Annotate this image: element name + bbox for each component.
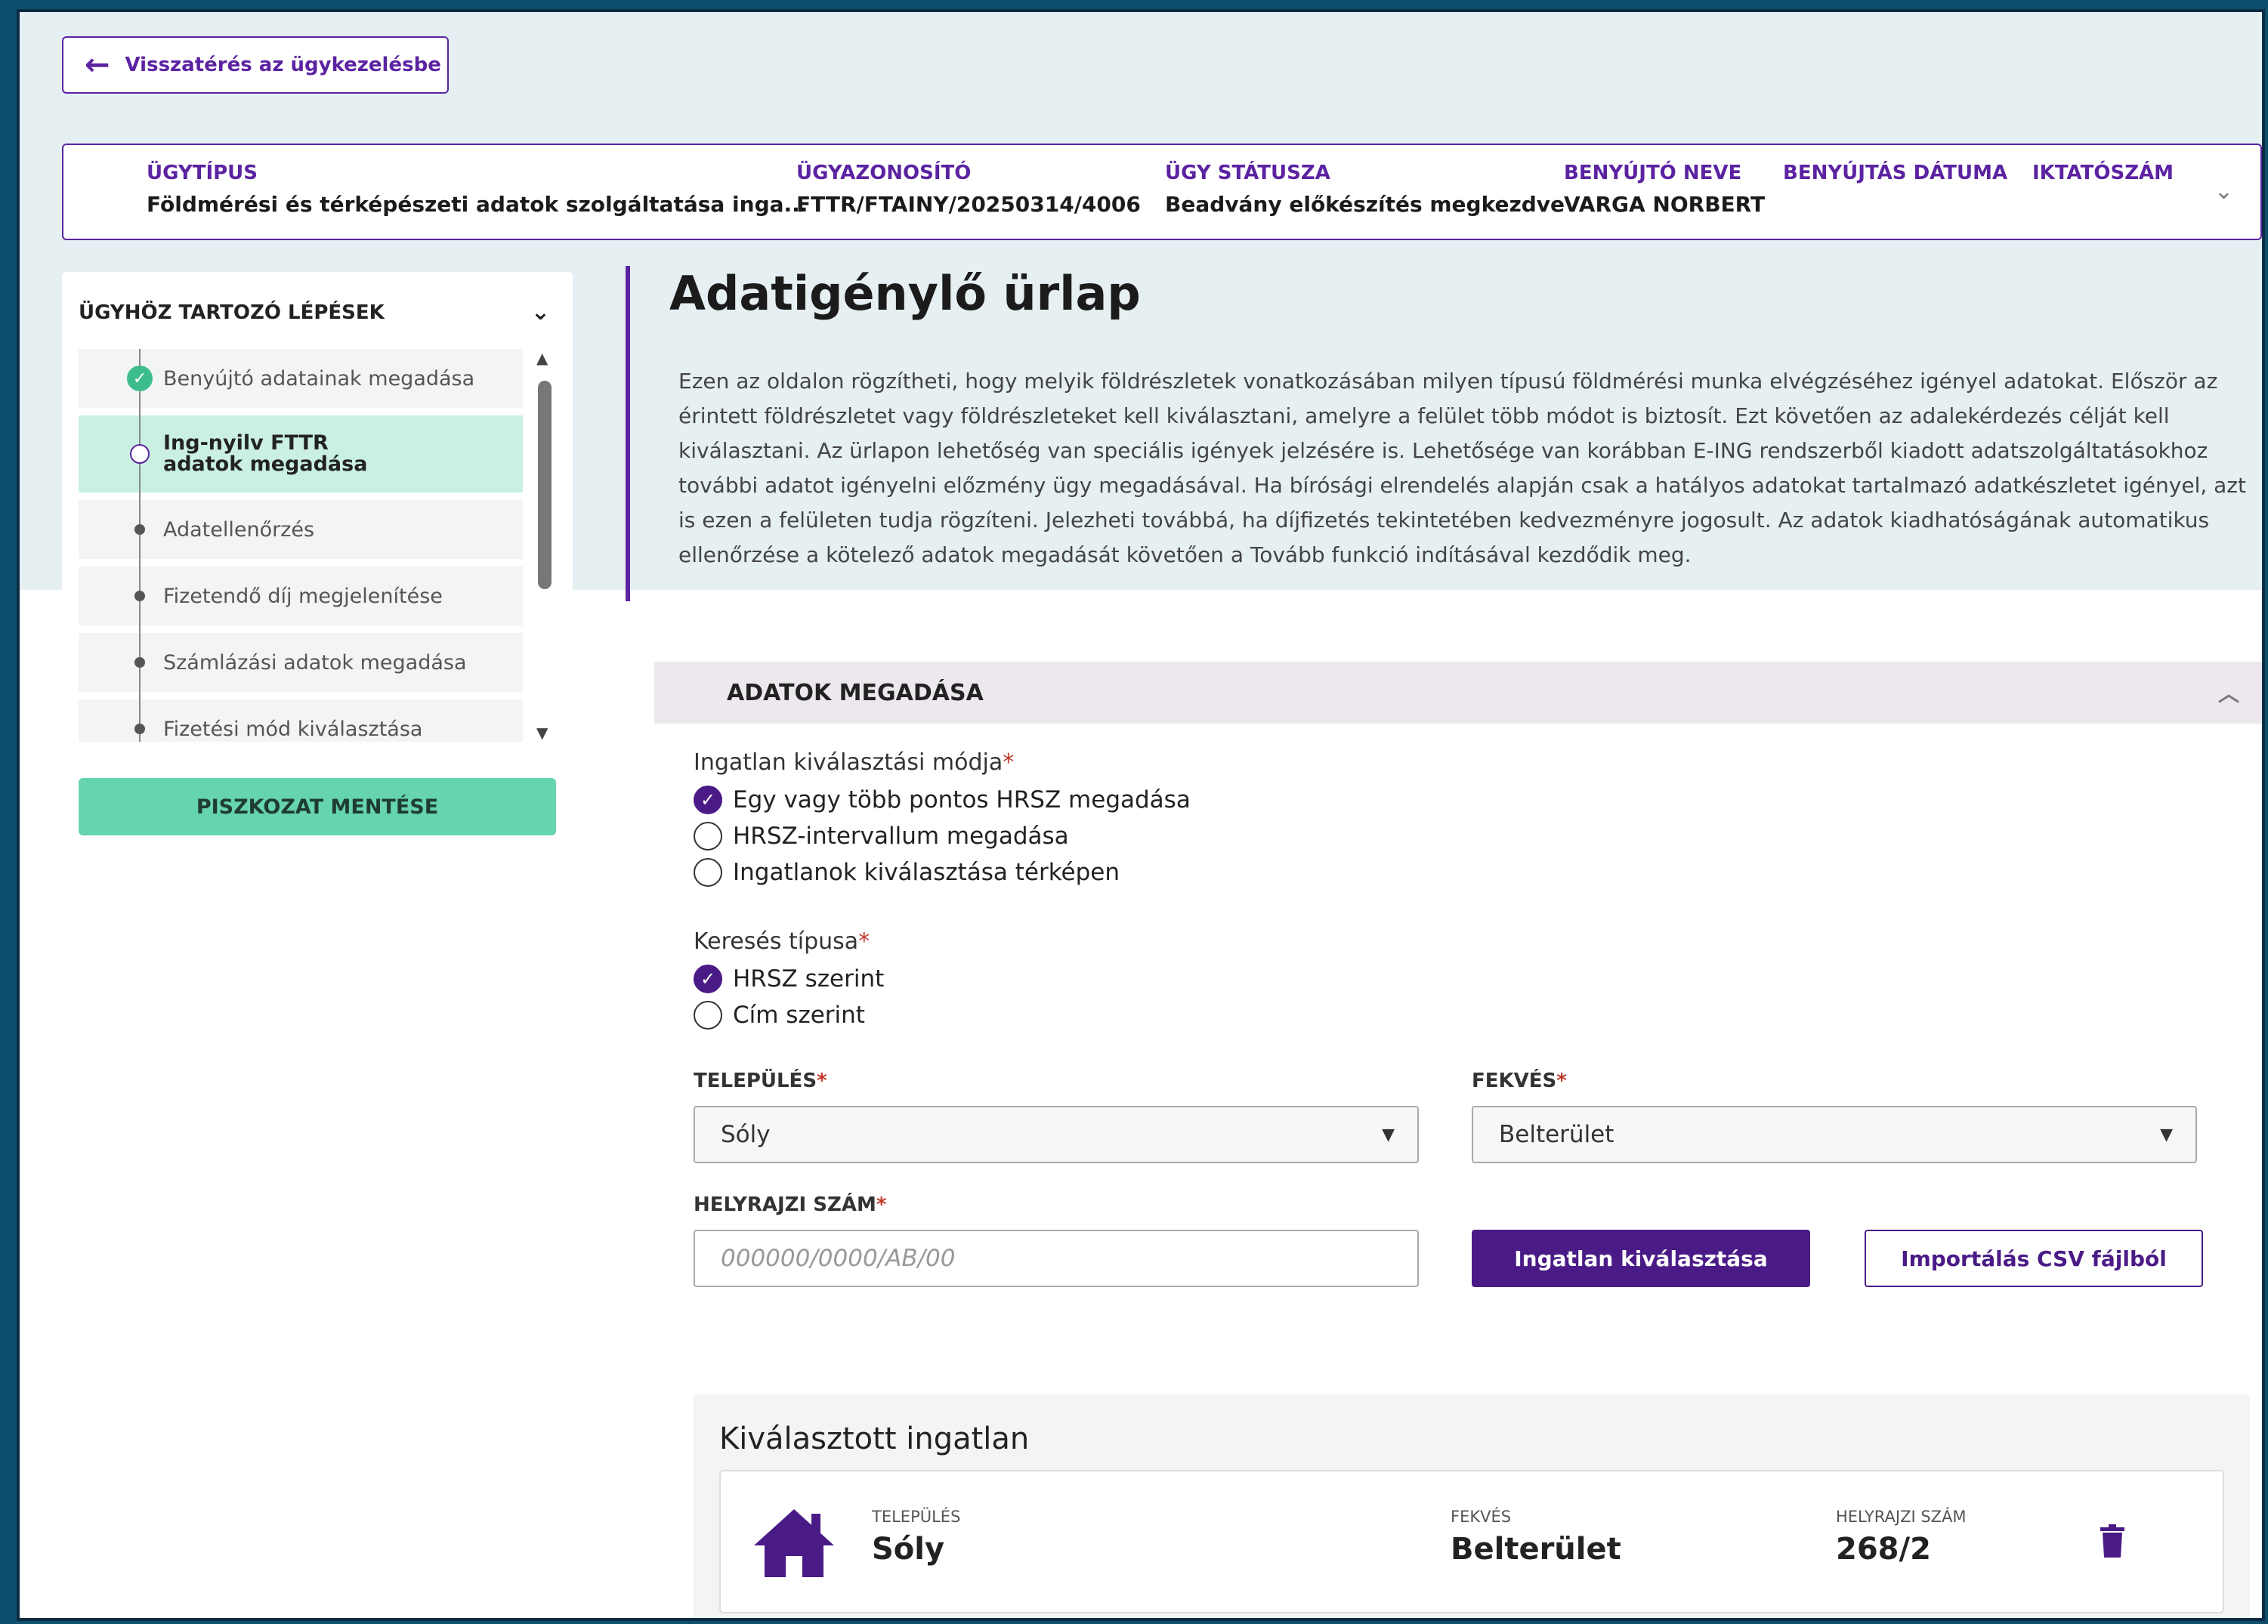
settlement-label: TELEPÜLÉS* [694, 1070, 827, 1092]
selected-settlement: TELEPÜLÉS Sóly [872, 1508, 961, 1567]
settlement-select[interactable]: Sóly ▼ [694, 1106, 1419, 1163]
arrow-left-icon: ← [85, 48, 110, 82]
import-csv-button[interactable]: Importálás CSV fájlból [1865, 1230, 2203, 1287]
back-to-case-management-button[interactable]: ← Visszatérés az ügykezelésbe [62, 36, 449, 94]
case-info-bar: ÜGYTÍPUS Földmérési és térképészeti adat… [62, 144, 2262, 240]
page-title: Adatigénylő ürlap [669, 266, 1141, 321]
step-dot [134, 591, 145, 601]
selected-property-card: TELEPÜLÉS Sóly FEKVÉS Belterület HELYRAJ… [719, 1470, 2224, 1613]
radio-exact-hrsz[interactable]: ✓ Egy vagy több pontos HRSZ megadása [694, 782, 2250, 818]
chevron-up-icon[interactable]: ︿ [2218, 678, 2239, 708]
selection-mode-label: Ingatlan kiválasztási módja* [694, 749, 1015, 776]
section-header[interactable]: ADATOK MEGADÁSA ︿ [654, 662, 2262, 724]
radio-circle-icon[interactable] [694, 858, 722, 887]
selected-location: FEKVÉS Belterület [1451, 1508, 1621, 1567]
back-button-label: Visszatérés az ügykezelésbe [125, 54, 441, 76]
selected-property-title: Kiválasztott ingatlan [719, 1422, 1030, 1456]
data-entry-card: ADATOK MEGADÁSA ︿ Ingatlan kiválasztási … [629, 636, 2262, 1618]
scrollbar-thumb[interactable] [538, 381, 552, 589]
caret-down-icon: ▼ [1382, 1125, 1395, 1144]
check-icon[interactable]: ✓ [694, 965, 722, 993]
title-accent-bar [626, 266, 630, 601]
radio-map-selection[interactable]: Ingatlanok kiválasztása térképen [694, 854, 2250, 891]
step-payment-method[interactable]: Fizetési mód kiválasztása [79, 699, 523, 742]
chevron-down-icon[interactable]: ⌄ [2214, 178, 2233, 205]
current-step-marker [130, 444, 150, 464]
step-dot [134, 524, 145, 535]
selected-property-panel: Kiválasztott ingatlan TELEPÜLÉS Sóly FEK… [694, 1394, 2250, 1618]
chevron-down-icon[interactable]: ⌄ [531, 299, 550, 326]
step-billing-data[interactable]: Számlázási adatok megadása [79, 633, 523, 692]
radio-circle-icon[interactable] [694, 1001, 722, 1030]
steps-timeline [139, 349, 141, 742]
location-label: FEKVÉS* [1472, 1070, 1567, 1092]
step-data-check[interactable]: Adatellenőrzés [79, 500, 523, 559]
app-window: ← Visszatérés az ügykezelésbe ÜGYTÍPUS F… [17, 9, 2265, 1621]
step-fee-display[interactable]: Fizetendő díj megjelenítése [79, 567, 523, 625]
house-icon [754, 1509, 834, 1577]
case-type-field: ÜGYTÍPUS Földmérési és térképészeti adat… [147, 162, 808, 217]
step-dot [134, 657, 145, 668]
filing-number-field: IKTATÓSZÁM [2032, 162, 2174, 184]
submission-date-field: BENYÚJTÁS DÁTUMA [1783, 162, 2008, 184]
case-status-field: ÜGY STÁTUSZA Beadvány előkészítés megkez… [1165, 162, 1565, 217]
scroll-down-icon[interactable]: ▼ [536, 724, 548, 742]
select-property-button[interactable]: Ingatlan kiválasztása [1472, 1230, 1810, 1287]
steps-scrollbar[interactable]: ▲ ▼ [533, 349, 555, 742]
radio-search-by-hrsz[interactable]: ✓ HRSZ szerint [694, 961, 2250, 997]
radio-hrsz-interval[interactable]: HRSZ-intervallum megadása [694, 818, 2250, 854]
selected-parcel-number: HELYRAJZI SZÁM 268/2 [1836, 1508, 1967, 1567]
radio-search-by-address[interactable]: Cím szerint [694, 997, 2250, 1033]
search-type-label: Keresés típusa* [694, 928, 870, 955]
scroll-up-icon[interactable]: ▲ [536, 349, 548, 367]
location-select[interactable]: Belterület ▼ [1472, 1106, 2197, 1163]
page-intro: Ezen az oldalon rögzítheti, hogy melyik … [678, 369, 2246, 567]
case-id-field: ÜGYAZONOSÍTÓ FTTR/FTAINY/20250314/4006 [796, 162, 1141, 217]
parcel-number-label: HELYRAJZI SZÁM* [694, 1193, 887, 1216]
steps-title: ÜGYHÖZ TARTOZÓ LÉPÉSEK [79, 301, 385, 324]
steps-list: Benyújtó adatainak megadása Ing-nyilv FT… [79, 349, 523, 742]
trash-icon[interactable] [2099, 1524, 2126, 1558]
check-icon[interactable]: ✓ [694, 786, 722, 814]
property-form: Ingatlan kiválasztási módja* ✓ Egy vagy … [694, 749, 2250, 1287]
submitter-name-field: BENYÚJTÓ NEVE VARGA NORBERT [1564, 162, 1766, 217]
parcel-number-input[interactable] [694, 1230, 1419, 1287]
case-steps-panel: ÜGYHÖZ TARTOZÓ LÉPÉSEK ⌄ Benyújtó adatai… [62, 272, 573, 758]
caret-down-icon: ▼ [2160, 1125, 2173, 1144]
step-dot [134, 724, 145, 734]
save-draft-button[interactable]: PISZKOZAT MENTÉSE [79, 778, 556, 835]
radio-circle-icon[interactable] [694, 822, 722, 851]
steps-header[interactable]: ÜGYHÖZ TARTOZÓ LÉPÉSEK ⌄ [79, 299, 550, 326]
section-title: ADATOK MEGADÁSA [727, 679, 984, 706]
check-icon: ✓ [127, 366, 153, 391]
